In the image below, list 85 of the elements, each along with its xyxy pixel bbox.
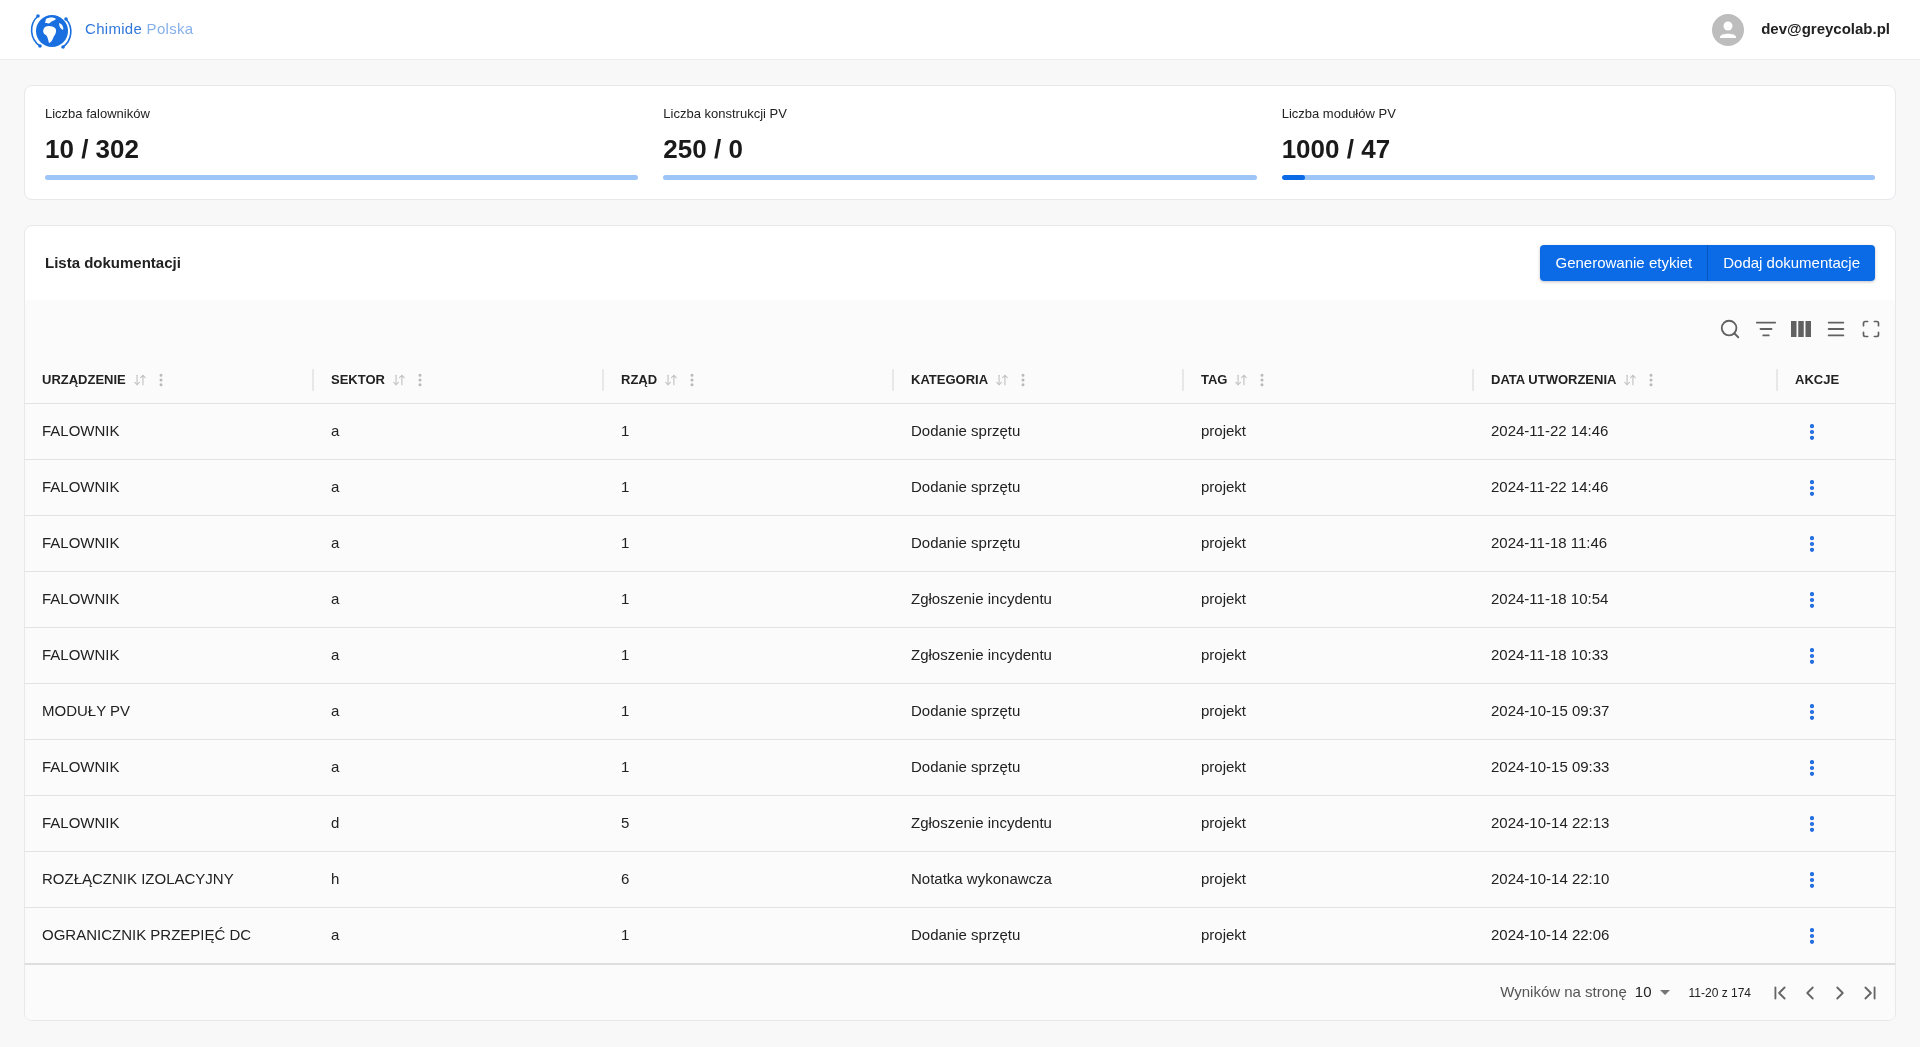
column-header: KATEGORIA: [911, 371, 989, 390]
table-cell-text: Dodanie sprzętu: [911, 701, 1021, 722]
table-cell-text: 2024-10-14 22:10: [1491, 869, 1610, 890]
table-cell-text: a: [331, 589, 340, 610]
table-cell-text: FALOWNIK: [42, 533, 120, 554]
table-cell-text: 2024-10-15 09:37: [1491, 701, 1610, 722]
table-cell-text: 1: [621, 701, 630, 722]
stat-value: 250 / 0: [663, 133, 744, 165]
stat-label: Liczba modułów PV: [1281, 106, 1397, 122]
table-cell-text: a: [331, 645, 340, 666]
table-cell-text: Dodanie sprzętu: [911, 925, 1021, 946]
stat-value: 10 / 302: [45, 133, 140, 165]
table-cell-text: FALOWNIK: [42, 645, 120, 666]
column-header: URZĄDZENIE: [42, 371, 126, 390]
table-cell-text: projekt: [1201, 533, 1247, 554]
table-cell-text: 2024-11-18 11:46: [1491, 533, 1608, 554]
column-header: AKCJE: [1795, 371, 1840, 390]
table-cell-text: 2024-11-22 14:46: [1491, 421, 1609, 442]
table-cell-text: 2024-10-15 09:33: [1491, 757, 1610, 778]
caret-icon: [1659, 990, 1670, 995]
columns-icon[interactable]: [1791, 320, 1811, 337]
table-cell-text: MODUŁY PV: [42, 701, 131, 722]
table-cell-text: 2024-10-14 22:13: [1491, 813, 1610, 834]
table-cell-text: 1: [621, 589, 630, 610]
table-cell-text: 1: [621, 645, 630, 666]
table-cell-text: projekt: [1201, 477, 1247, 498]
table-cell-text: 2024-11-18 10:54: [1491, 589, 1609, 610]
section-title: Lista dokumentacji: [45, 252, 181, 273]
column-header: DATA UTWORZENIA: [1491, 371, 1617, 390]
table-cell-text: a: [331, 701, 340, 722]
table-cell-text: projekt: [1201, 757, 1247, 778]
table-cell-text: OGRANICZNIK PRZEPIĘĆ DC: [42, 925, 252, 946]
brand-name: Chimide Polska: [85, 19, 194, 40]
rows-per-page-select[interactable]: 10: [1634, 981, 1670, 1004]
table-cell-text: a: [331, 477, 340, 498]
stat-label: Liczba falowników: [45, 106, 151, 122]
table-cell-text: FALOWNIK: [42, 477, 120, 498]
table-cell-text: 2024-11-22 14:46: [1491, 477, 1609, 498]
table-cell-text: FALOWNIK: [42, 589, 120, 610]
stat-label: Liczba konstrukcji PV: [663, 106, 788, 122]
table-cell-text: 2024-10-14 22:06: [1491, 925, 1610, 946]
table-cell-text: projekt: [1201, 701, 1247, 722]
column-header: RZĄD: [621, 371, 658, 390]
table-cell-text: d: [331, 813, 340, 834]
table-cell-text: Notatka wykonawcza: [911, 869, 1052, 890]
table-cell-text: projekt: [1201, 645, 1247, 666]
table-cell-text: 1: [621, 421, 630, 442]
fullscreen-icon[interactable]: [1861, 318, 1881, 339]
table-cell-text: 1: [621, 533, 630, 554]
table-cell-text: projekt: [1201, 589, 1247, 610]
table-cell-text: Zgłoszenie incydentu: [911, 813, 1052, 834]
table-cell-text: projekt: [1201, 421, 1247, 442]
table-cell-text: a: [331, 421, 340, 442]
primary-button[interactable]: Generowanie etykiet: [1540, 245, 1708, 281]
stat-value: 1000 / 47: [1281, 133, 1392, 165]
primary-button[interactable]: Dodaj dokumentacje: [1707, 245, 1875, 281]
table-cell-text: a: [331, 925, 340, 946]
table-cell-text: projekt: [1201, 925, 1247, 946]
table-cell-text: projekt: [1201, 813, 1247, 834]
table-cell-text: FALOWNIK: [42, 421, 120, 442]
table-cell-text: Dodanie sprzętu: [911, 477, 1021, 498]
column-header: SEKTOR: [331, 371, 385, 390]
table-cell-text: h: [331, 869, 340, 890]
table-cell-text: Zgłoszenie incydentu: [911, 645, 1052, 666]
user-email: dev@greycolab.pl: [1761, 19, 1890, 40]
table-cell-text: 1: [621, 757, 630, 778]
table-cell-text: Dodanie sprzętu: [911, 757, 1021, 778]
table-cell-text: 6: [621, 869, 630, 890]
table-cell-text: ROZŁĄCZNIK IZOLACYJNY: [42, 869, 234, 890]
table-cell-text: FALOWNIK: [42, 757, 120, 778]
table-cell-text: a: [331, 533, 340, 554]
column-header: TAG: [1201, 371, 1228, 390]
table-cell-text: a: [331, 757, 340, 778]
table-cell-text: Dodanie sprzętu: [911, 421, 1021, 442]
table-cell-text: 5: [621, 813, 630, 834]
page-range: 11-20 z 174: [1688, 984, 1751, 1002]
table-cell-text: Zgłoszenie incydentu: [911, 589, 1052, 610]
table-cell-text: 1: [621, 477, 630, 498]
table-cell-text: 1: [621, 925, 630, 946]
table-cell-text: projekt: [1201, 869, 1247, 890]
table-cell-text: Dodanie sprzętu: [911, 533, 1021, 554]
search-icon[interactable]: [1719, 317, 1741, 340]
rows-per-page-label: Wyników na stronę: [1500, 982, 1627, 1003]
table-cell-text: 2024-11-18 10:33: [1491, 645, 1609, 666]
table-cell-text: FALOWNIK: [42, 813, 120, 834]
